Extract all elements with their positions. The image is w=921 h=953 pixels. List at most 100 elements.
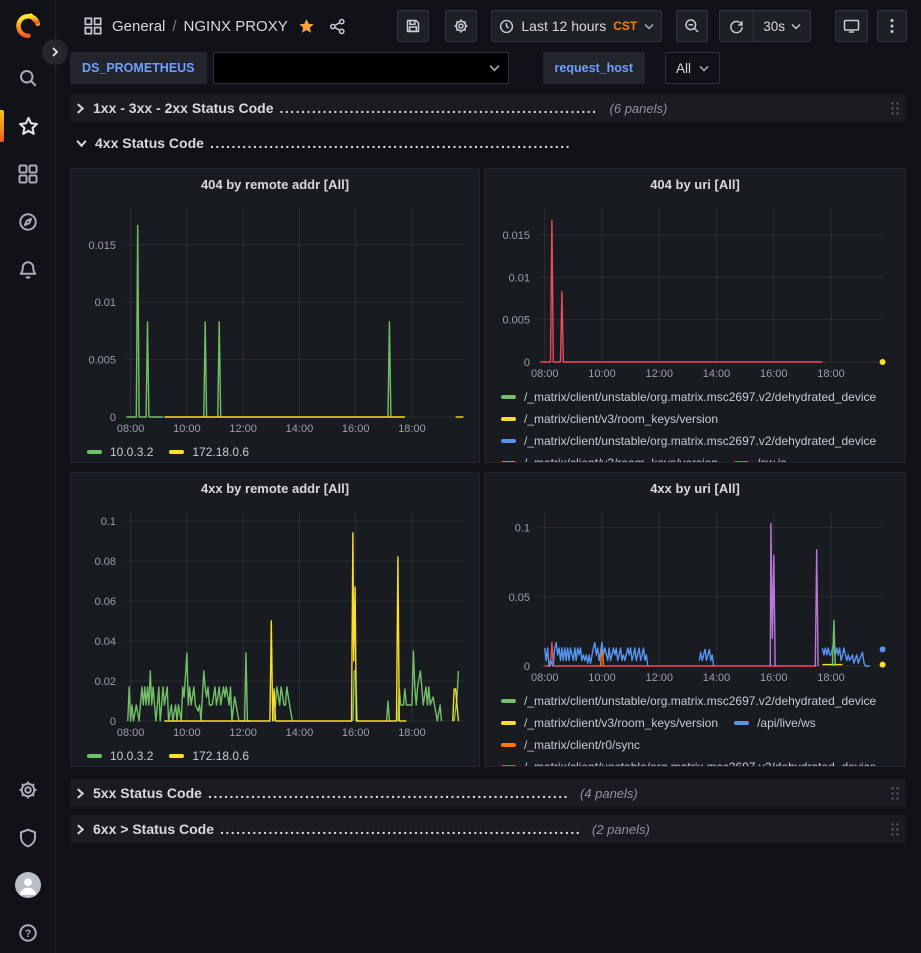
chevron-down-icon [644,23,654,30]
grafana-app: ? General/NGINX PROXY [0,0,921,953]
legend-item[interactable]: /_matrix/client/v3/room_keys/version [501,712,718,734]
legend-row: /_matrix/client/unstable/org.matrix.msc2… [501,690,897,712]
favorite-star-icon[interactable] [298,18,315,35]
request-host-variable-label[interactable]: request_host [543,52,646,84]
sidebar-item-configuration[interactable] [14,776,42,804]
legend-row: /_matrix/client/unstable/org.matrix.msc2… [501,386,897,408]
time-series-chart[interactable]: 00.0050.010.01508:0010:0012:0014:0016:00… [493,199,891,384]
panels-grid: 404 by remote addr [All] 00.0050.010.015… [70,168,906,767]
legend-item[interactable]: /_matrix/client/v3/room_keys/version [501,452,718,463]
time-series-chart[interactable]: 00.0050.010.01508:0010:0012:0014:0016:00… [79,199,471,439]
legend-item[interactable]: /_matrix/client/unstable/org.matrix.msc2… [501,430,876,452]
row-dots: ........................................… [208,785,568,801]
legend-item[interactable]: /sw.js [734,452,786,463]
time-range-picker[interactable]: Last 12 hours CST [491,10,662,42]
zoom-out-time-button[interactable] [676,10,708,42]
legend-item[interactable]: /_matrix/client/v3/room_keys/version [501,408,718,430]
request-host-select[interactable]: All [665,52,720,84]
svg-text:12:00: 12:00 [645,368,673,380]
panel-header[interactable]: 404 by remote addr [All] [79,169,471,199]
time-series-chart[interactable]: 00.050.108:0010:0012:0014:0016:0018:00 [493,503,891,688]
refresh-interval-select[interactable]: 30s [754,11,810,41]
legend-item[interactable]: 10.0.3.2 [87,441,153,463]
breadcrumb-section[interactable]: General [112,18,165,35]
refresh-interval-label: 30s [763,19,785,34]
svg-text:0.1: 0.1 [101,516,116,528]
legend-item[interactable]: /_matrix/client/unstable/org.matrix.msc2… [501,690,876,712]
sidebar-item-profile[interactable] [14,871,42,899]
svg-text:0.06: 0.06 [95,596,116,608]
sidebar-item-alerting[interactable] [14,256,42,284]
legend-swatch [734,461,749,463]
svg-text:0.005: 0.005 [502,315,530,327]
svg-text:0.02: 0.02 [95,676,116,688]
legend-swatch [87,754,102,758]
tv-mode-button[interactable] [835,10,868,42]
dashboard-settings-button[interactable] [445,10,477,42]
row-header-1xx-3xx-2xx[interactable]: 1xx - 3xx - 2xx Status Code ............… [70,94,906,122]
svg-text:?: ? [25,928,31,940]
svg-text:08:00: 08:00 [531,368,559,380]
legend-item[interactable]: 10.0.3.2 [87,745,153,767]
legend-row: /_matrix/client/v3/room_keys/version [501,408,897,430]
share-icon[interactable] [329,18,346,35]
sidebar-item-help[interactable]: ? [14,919,42,947]
panel-header[interactable]: 4xx by uri [All] [493,473,897,503]
row-title: 1xx - 3xx - 2xx Status Code [93,100,274,116]
dashboard-toolbar: General/NGINX PROXY [56,0,921,52]
drag-handle-icon[interactable] [890,101,900,116]
time-series-chart[interactable]: 00.020.040.060.080.108:0010:0012:0014:00… [79,503,471,743]
panel-404-by-remote-addr: 404 by remote addr [All] 00.0050.010.015… [70,168,480,463]
legend-item[interactable]: 172.18.0.6 [169,441,249,463]
sidebar-item-starred[interactable] [14,112,42,140]
svg-text:08:00: 08:00 [117,727,145,739]
row-header-4xx[interactable]: 4xx Status Code ........................… [70,130,906,156]
sidebar-expand-button[interactable] [42,39,68,65]
legend-item[interactable]: /_matrix/client/unstable/org.matrix.msc2… [501,386,876,408]
legend-row: /_matrix/client/unstable/org.matrix.msc2… [501,756,897,767]
panel-header[interactable]: 4xx by remote addr [All] [79,473,471,503]
svg-text:0.01: 0.01 [509,272,530,284]
svg-text:14:00: 14:00 [286,727,314,739]
legend-row: /_matrix/client/r0/sync [501,734,897,756]
legend-label: /_matrix/client/unstable/org.matrix.msc2… [524,756,876,767]
legend-item[interactable]: 172.18.0.6 [169,745,249,767]
row-header-5xx[interactable]: 5xx Status Code ........................… [70,779,906,807]
legend-item[interactable]: /_matrix/client/unstable/org.matrix.msc2… [501,756,876,767]
svg-text:08:00: 08:00 [117,423,145,435]
sidebar-item-server-admin[interactable] [14,824,42,852]
svg-text:16:00: 16:00 [342,727,370,739]
more-options-button[interactable] [877,10,907,42]
row-panel-count: (4 panels) [580,786,638,801]
legend-swatch [501,395,516,399]
refresh-button-group: 30s [719,10,811,42]
monitor-icon [843,18,860,34]
drag-handle-icon[interactable] [890,786,900,801]
legend-swatch [501,699,516,703]
dashboard-canvas: 1xx - 3xx - 2xx Status Code ............… [56,88,921,859]
row-dots: ........................................… [210,135,570,151]
apps-grid-icon[interactable] [84,17,102,35]
chevron-right-icon [76,824,85,835]
refresh-button[interactable] [720,11,753,41]
chevron-down-icon [791,23,801,30]
panel-header[interactable]: 404 by uri [All] [493,169,897,199]
time-range-label: Last 12 hours [521,18,606,34]
datasource-select[interactable] [213,52,509,84]
drag-handle-icon[interactable] [890,822,900,837]
datasource-variable-label[interactable]: DS_PROMETHEUS [70,52,207,84]
legend-row: /_matrix/client/v3/room_keys/version/api… [501,712,897,734]
sidebar-item-search[interactable] [14,64,42,92]
save-dashboard-button[interactable] [397,10,429,42]
legend-label: /_matrix/client/unstable/org.matrix.msc2… [524,386,876,408]
legend-item[interactable]: /_matrix/client/r0/sync [501,734,640,756]
grafana-logo[interactable] [14,12,42,40]
legend-item[interactable]: /api/live/ws [734,712,816,734]
timezone-label: CST [613,19,637,33]
sidebar-item-explore[interactable] [14,208,42,236]
svg-text:10:00: 10:00 [173,727,201,739]
svg-text:0.005: 0.005 [88,355,116,367]
legend-label: /_matrix/client/r0/sync [524,734,640,756]
row-header-6xx[interactable]: 6xx > Status Code ......................… [70,815,906,843]
sidebar-item-dashboards[interactable] [14,160,42,188]
